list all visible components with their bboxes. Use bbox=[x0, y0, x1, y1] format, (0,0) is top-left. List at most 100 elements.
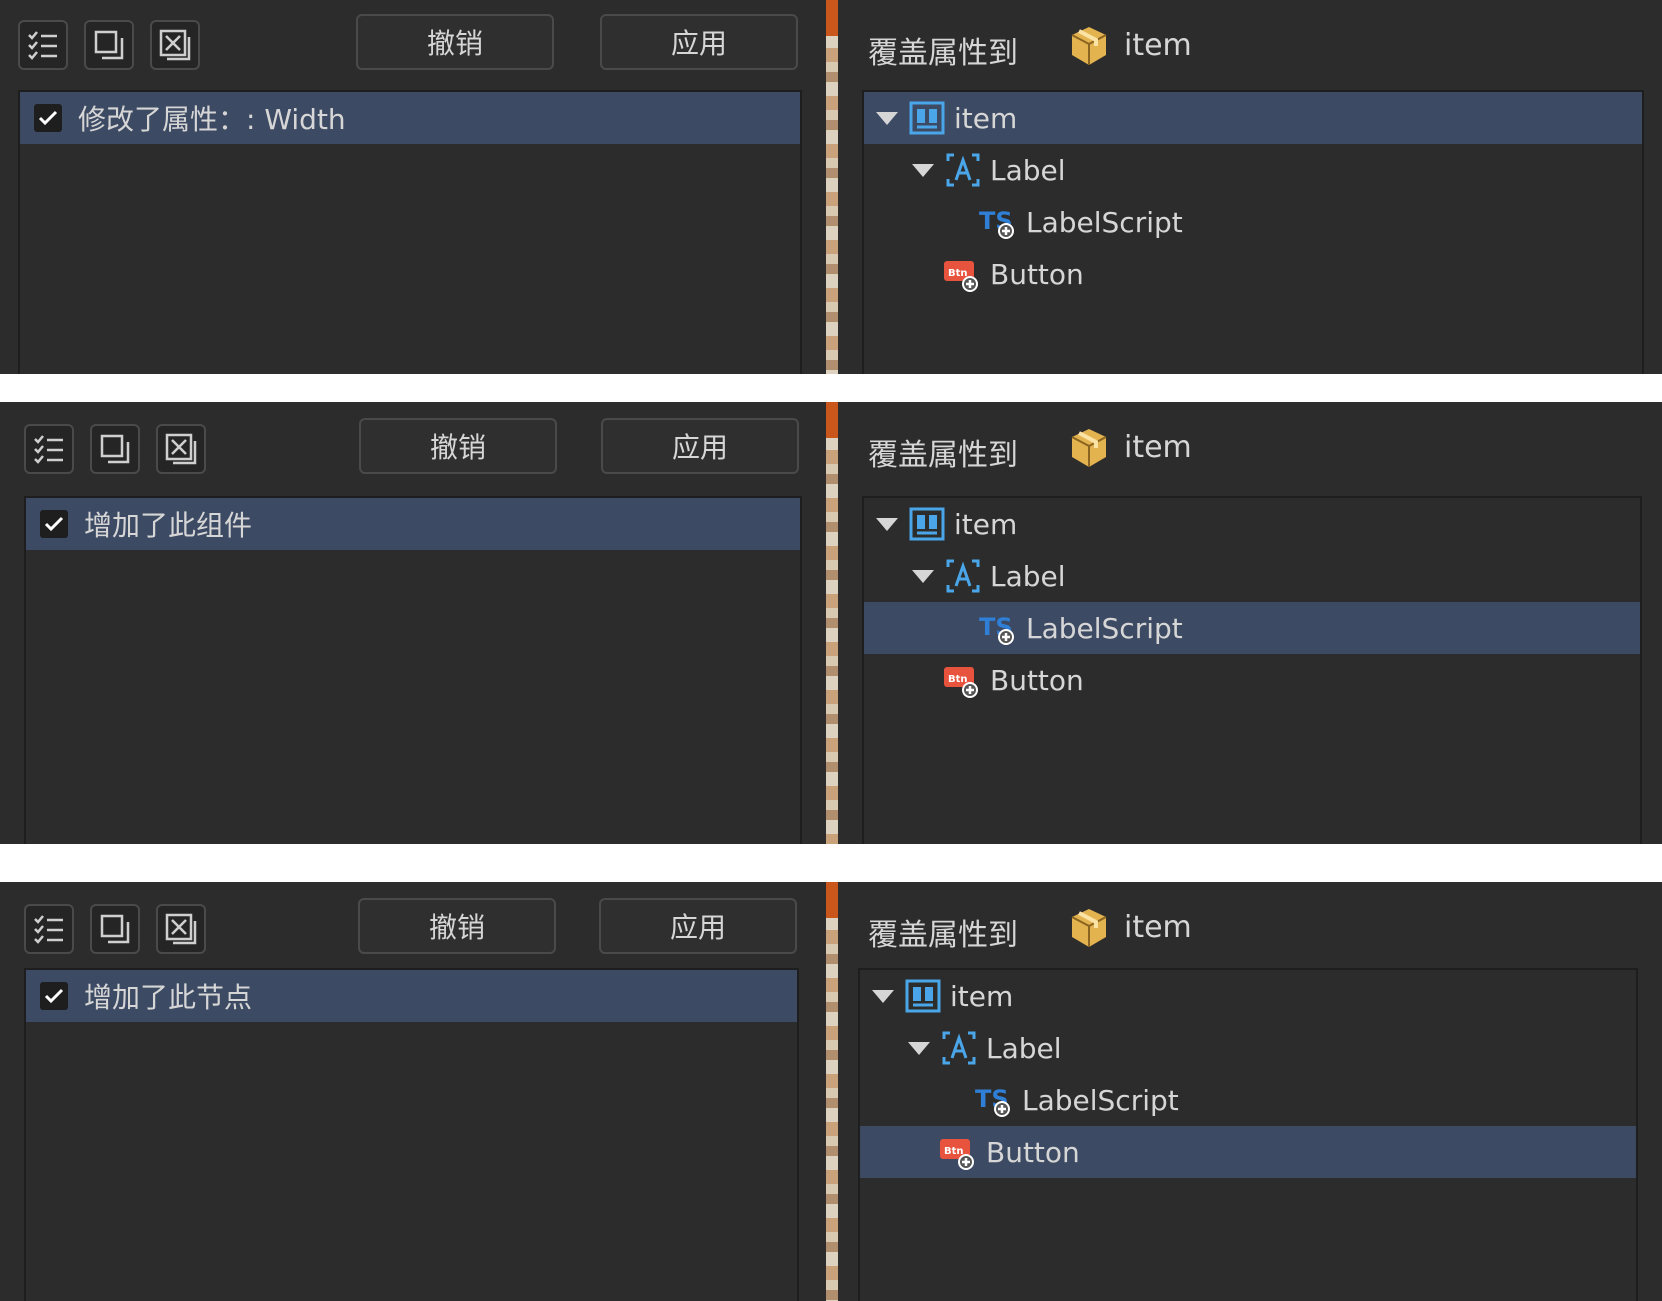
close-icon bbox=[165, 913, 197, 945]
checkmark-icon bbox=[44, 988, 64, 1004]
apply-button[interactable]: 应用 bbox=[599, 898, 797, 954]
expand-arrow-icon[interactable] bbox=[912, 163, 934, 177]
tree-node-label-component[interactable]: Label bbox=[860, 1022, 1636, 1074]
change-description: 修改了属性：: Width bbox=[78, 103, 346, 136]
tree-node-label: LabelScript bbox=[1026, 205, 1183, 239]
button-added-icon: Btn bbox=[940, 1139, 974, 1170]
changes-list: 增加了此组件 bbox=[24, 496, 802, 844]
svg-text:Btn: Btn bbox=[948, 268, 968, 279]
change-checkbox[interactable] bbox=[34, 104, 62, 132]
prefab-changes-panel-2: 撤销 应用 增加了此组件 覆盖属性到 item item Label TS La… bbox=[0, 402, 1662, 844]
tree-node-label: LabelScript bbox=[1022, 1083, 1179, 1117]
prefab-changes-panel-1: 撤销 应用 修改了属性：: Width 覆盖属性到 item item Labe… bbox=[0, 0, 1662, 374]
node-layout-icon bbox=[905, 979, 941, 1013]
tree-node-item[interactable]: item bbox=[864, 92, 1642, 144]
change-description: 增加了此节点 bbox=[84, 981, 253, 1014]
node-tree: item Label TS LabelScript Btn Button bbox=[862, 90, 1644, 374]
tree-node-label: Label bbox=[990, 153, 1066, 187]
expand-arrow-icon[interactable] bbox=[872, 989, 894, 1003]
checklist-icon bbox=[28, 31, 57, 60]
prefab-box-icon bbox=[1071, 27, 1107, 65]
tree-node-label: item bbox=[954, 507, 1018, 541]
copy-button[interactable] bbox=[90, 424, 140, 474]
list-item[interactable]: 修改了属性：: Width bbox=[20, 92, 800, 144]
cancel-button[interactable]: 撤销 bbox=[359, 418, 557, 474]
close-icon bbox=[165, 433, 197, 465]
node-tree: item Label TS LabelScript Btn Button bbox=[858, 968, 1638, 1301]
close-icon bbox=[159, 29, 191, 61]
tree-node-label-component[interactable]: Label bbox=[864, 144, 1642, 196]
copy-icon bbox=[94, 30, 124, 60]
button-added-icon: Btn bbox=[944, 261, 978, 292]
tree-node-label: Label bbox=[990, 559, 1066, 593]
close-button[interactable] bbox=[156, 904, 206, 954]
tree-node-label-component[interactable]: Label bbox=[864, 550, 1640, 602]
changes-section: 撤销 应用 增加了此节点 bbox=[0, 882, 820, 1301]
override-target: item bbox=[1124, 28, 1192, 63]
changes-section: 撤销 应用 修改了属性：: Width bbox=[0, 0, 820, 374]
change-checkbox[interactable] bbox=[40, 510, 68, 538]
tree-node-button[interactable]: Btn Button bbox=[864, 248, 1642, 300]
tree-node-label: Button bbox=[990, 663, 1084, 697]
node-layout-icon bbox=[909, 507, 945, 541]
select-all-button[interactable] bbox=[24, 424, 74, 474]
change-checkbox[interactable] bbox=[40, 982, 68, 1010]
tree-node-button[interactable]: Btn Button bbox=[860, 1126, 1636, 1178]
select-all-button[interactable] bbox=[24, 904, 74, 954]
copy-icon bbox=[100, 434, 130, 464]
cancel-button[interactable]: 撤销 bbox=[356, 14, 554, 70]
svg-text:Btn: Btn bbox=[948, 674, 968, 685]
splitter[interactable] bbox=[826, 402, 838, 844]
select-all-button[interactable] bbox=[18, 20, 68, 70]
typescript-added-icon: TS bbox=[979, 207, 1014, 239]
list-item[interactable]: 增加了此节点 bbox=[26, 970, 797, 1022]
cancel-button[interactable]: 撤销 bbox=[358, 898, 556, 954]
prefab-changes-panel-3: 撤销 应用 增加了此节点 覆盖属性到 item item Label TS La… bbox=[0, 882, 1662, 1301]
tree-node-item[interactable]: item bbox=[864, 498, 1640, 550]
prefab-box-icon bbox=[1071, 429, 1107, 467]
change-description: 增加了此组件 bbox=[84, 509, 253, 542]
tree-node-labelscript[interactable]: TS LabelScript bbox=[864, 196, 1642, 248]
changes-section: 撤销 应用 增加了此组件 bbox=[0, 402, 820, 844]
splitter[interactable] bbox=[826, 0, 838, 374]
apply-button[interactable]: 应用 bbox=[600, 14, 798, 70]
button-added-icon: Btn bbox=[944, 667, 978, 698]
checkmark-icon bbox=[44, 516, 64, 532]
expand-arrow-icon[interactable] bbox=[876, 111, 898, 125]
tree-node-label: Button bbox=[986, 1135, 1080, 1169]
checkmark-icon bbox=[38, 110, 58, 126]
changes-list: 增加了此节点 bbox=[24, 968, 799, 1301]
tree-node-label: item bbox=[954, 101, 1018, 135]
list-item[interactable]: 增加了此组件 bbox=[26, 498, 800, 550]
expand-arrow-icon[interactable] bbox=[908, 1041, 930, 1055]
apply-button[interactable]: 应用 bbox=[601, 418, 799, 474]
tree-node-item[interactable]: item bbox=[860, 970, 1636, 1022]
label-component-icon bbox=[946, 559, 980, 593]
override-target: item bbox=[1124, 910, 1192, 945]
splitter[interactable] bbox=[826, 882, 838, 1301]
override-label: 覆盖属性到 bbox=[868, 918, 1018, 953]
tree-node-label: item bbox=[950, 979, 1014, 1013]
expand-arrow-icon[interactable] bbox=[912, 569, 934, 583]
tree-node-labelscript[interactable]: TS LabelScript bbox=[860, 1074, 1636, 1126]
checklist-icon bbox=[34, 915, 63, 944]
node-layout-icon bbox=[909, 101, 945, 135]
expand-arrow-icon[interactable] bbox=[876, 517, 898, 531]
typescript-added-icon: TS bbox=[979, 613, 1014, 645]
override-label: 覆盖属性到 bbox=[868, 36, 1018, 71]
copy-icon bbox=[100, 914, 130, 944]
copy-button[interactable] bbox=[90, 904, 140, 954]
svg-text:Btn: Btn bbox=[944, 1146, 964, 1157]
close-button[interactable] bbox=[150, 20, 200, 70]
tree-node-button[interactable]: Btn Button bbox=[864, 654, 1640, 706]
override-section: 覆盖属性到 item item Label TS LabelScript Btn… bbox=[838, 882, 1662, 1301]
label-component-icon bbox=[946, 153, 980, 187]
tree-node-label: LabelScript bbox=[1026, 611, 1183, 645]
node-tree: item Label TS LabelScript Btn Button bbox=[862, 496, 1642, 844]
close-button[interactable] bbox=[156, 424, 206, 474]
override-section: 覆盖属性到 item item Label TS LabelScript Btn… bbox=[838, 0, 1662, 374]
label-component-icon bbox=[942, 1031, 976, 1065]
tree-node-labelscript[interactable]: TS LabelScript bbox=[864, 602, 1640, 654]
copy-button[interactable] bbox=[84, 20, 134, 70]
tree-node-label: Label bbox=[986, 1031, 1062, 1065]
